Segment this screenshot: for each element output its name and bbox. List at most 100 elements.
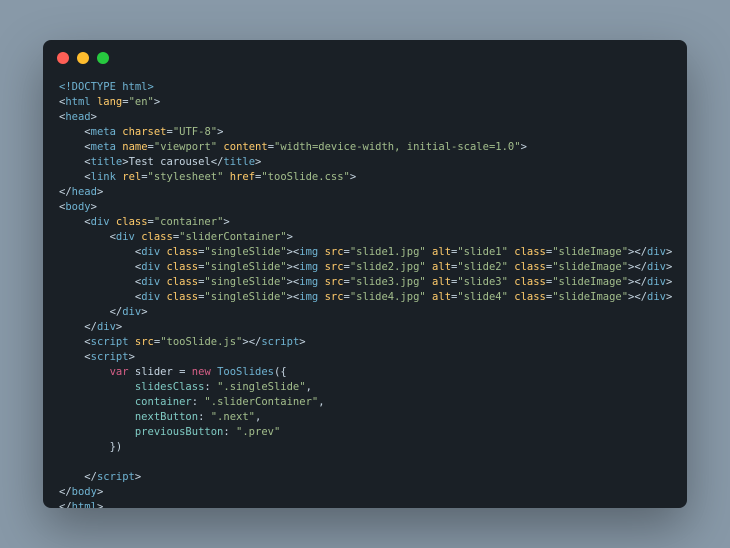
code-token: img (299, 276, 318, 288)
code-token: src (325, 261, 344, 273)
code-token: div (97, 321, 116, 333)
code-token: src (325, 291, 344, 303)
code-token: src (135, 336, 154, 348)
code-token: "slideImage" (552, 246, 628, 258)
code-token: ".sliderContainer" (204, 396, 318, 408)
code-token: alt (432, 261, 451, 273)
code-token: meta (91, 126, 116, 138)
code-token: script (97, 471, 135, 483)
code-token: head (72, 186, 97, 198)
code-token: "tooSlide.js" (160, 336, 242, 348)
code-token: "slide1.jpg" (350, 246, 426, 258)
code-token: "singleSlide" (204, 246, 286, 258)
code-token: new (192, 366, 211, 378)
code-token: lang (97, 96, 122, 108)
code-token: class (141, 231, 173, 243)
code-token: script (91, 336, 129, 348)
code-token: link (91, 171, 116, 183)
code-content: <!DOCTYPE html> <html lang="en"> <head> … (43, 40, 687, 508)
code-token: img (299, 261, 318, 273)
code-token: div (647, 276, 666, 288)
code-token: title (223, 156, 255, 168)
code-token: img (299, 246, 318, 258)
code-token: body (65, 201, 90, 213)
code-token: class (116, 216, 148, 228)
code-token: previousButton (135, 426, 224, 438)
code-token: body (72, 486, 97, 498)
code-token: "viewport" (154, 141, 217, 153)
code-token: "stylesheet" (148, 171, 224, 183)
code-token: div (91, 216, 110, 228)
code-token: href (230, 171, 255, 183)
code-token: "UTF-8" (173, 126, 217, 138)
code-token: "slide4" (457, 291, 508, 303)
window-controls (57, 52, 109, 64)
code-token: slidesClass (135, 381, 205, 393)
code-token: class (514, 291, 546, 303)
code-token: meta (91, 141, 116, 153)
code-token: "singleSlide" (204, 276, 286, 288)
code-token: "slideImage" (552, 291, 628, 303)
code-token: div (647, 261, 666, 273)
code-token: alt (432, 291, 451, 303)
code-token: div (141, 246, 160, 258)
code-token: TooSlides (217, 366, 274, 378)
code-token: ".next" (211, 411, 255, 423)
code-token: src (325, 246, 344, 258)
code-token: script (261, 336, 299, 348)
code-token: div (122, 306, 141, 318)
code-token: "slide3.jpg" (350, 276, 426, 288)
code-token: class (514, 276, 546, 288)
code-token: "slideImage" (552, 276, 628, 288)
code-token: "slide2" (457, 261, 508, 273)
code-token: "slide3" (457, 276, 508, 288)
code-token: var (110, 366, 129, 378)
code-token: class (514, 246, 546, 258)
close-icon[interactable] (57, 52, 69, 64)
code-token: head (65, 111, 90, 123)
code-token: <!DOCTYPE html> (59, 81, 154, 93)
code-token: slider (135, 366, 173, 378)
code-token: img (299, 291, 318, 303)
code-token: "tooSlide.css" (261, 171, 350, 183)
code-token: nextButton (135, 411, 198, 423)
code-token: "slide1" (457, 246, 508, 258)
code-token: div (141, 291, 160, 303)
code-token: html (65, 96, 90, 108)
code-token: script (91, 351, 129, 363)
code-token: class (514, 261, 546, 273)
code-token: "en" (129, 96, 154, 108)
code-token: content (223, 141, 267, 153)
code-token: "slide2.jpg" (350, 261, 426, 273)
code-token: div (116, 231, 135, 243)
code-token: container (135, 396, 192, 408)
zoom-icon[interactable] (97, 52, 109, 64)
code-token: "singleSlide" (204, 261, 286, 273)
code-token: "slideImage" (552, 261, 628, 273)
code-token: div (647, 246, 666, 258)
code-token: class (166, 261, 198, 273)
code-token: class (166, 291, 198, 303)
code-token: ".prev" (236, 426, 280, 438)
code-token: "singleSlide" (204, 291, 286, 303)
code-token: class (166, 276, 198, 288)
code-token: src (325, 276, 344, 288)
code-token: div (647, 291, 666, 303)
code-token: ".singleSlide" (217, 381, 306, 393)
code-token: title (91, 156, 123, 168)
code-token: div (141, 261, 160, 273)
minimize-icon[interactable] (77, 52, 89, 64)
code-token: "slide4.jpg" (350, 291, 426, 303)
code-token: charset (122, 126, 166, 138)
code-token: alt (432, 246, 451, 258)
code-token: "container" (154, 216, 224, 228)
code-token: "sliderContainer" (179, 231, 286, 243)
code-window: <!DOCTYPE html> <html lang="en"> <head> … (43, 40, 687, 508)
code-token: name (122, 141, 147, 153)
code-token: class (166, 246, 198, 258)
code-token: html (72, 501, 97, 508)
code-token: div (141, 276, 160, 288)
code-token: Test carousel (129, 156, 211, 168)
code-token: alt (432, 276, 451, 288)
code-token: rel (122, 171, 141, 183)
